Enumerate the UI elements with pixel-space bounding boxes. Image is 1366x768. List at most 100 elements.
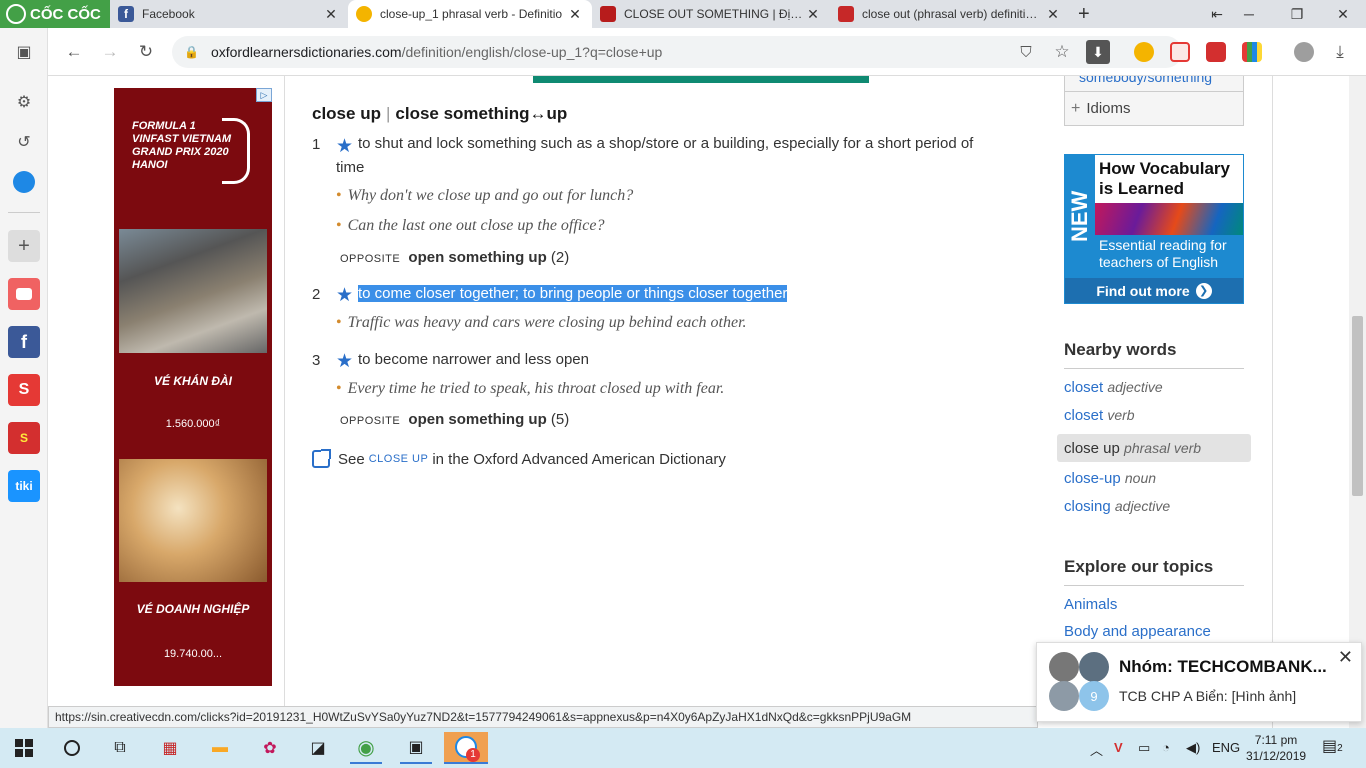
messenger-icon[interactable] — [8, 166, 40, 198]
back-button[interactable]: ← — [62, 40, 86, 64]
language-indicator[interactable]: ENG — [1212, 740, 1240, 755]
avatar — [1049, 652, 1079, 682]
forward-button[interactable]: → — [98, 40, 122, 64]
section-link[interactable]: somebody/something — [1079, 76, 1212, 85]
find-out-more-button[interactable]: Find out more ❯ — [1065, 278, 1243, 303]
reload-button[interactable]: ↻ — [134, 40, 158, 64]
entry-sections-box: somebody/something + Idioms — [1064, 76, 1244, 126]
nearby-word[interactable]: closing adjective — [1064, 498, 1170, 515]
app-icon[interactable]: ▦ — [154, 732, 186, 764]
zalo-notification[interactable]: 9 Nhóm: TECHCOMBANK... TCB CHP A Biển: [… — [1036, 642, 1362, 722]
sidebar-toggle-icon[interactable]: ▣ — [8, 36, 40, 68]
close-window-button[interactable]: ✕ — [1320, 0, 1366, 28]
close-tab-icon[interactable]: ✕ — [566, 6, 584, 23]
see-also-link[interactable]: CLOSE UP — [369, 453, 429, 465]
paint-icon[interactable]: ✿ — [254, 732, 286, 764]
volume-icon[interactable]: ◀) — [1186, 740, 1200, 756]
close-tab-icon[interactable]: ✕ — [322, 6, 340, 23]
facebook-icon: f — [118, 6, 134, 22]
sense-definition-cont: time — [336, 159, 365, 176]
add-sidebar-item-icon[interactable]: + — [8, 230, 40, 262]
scrollbar-thumb[interactable] — [1352, 316, 1363, 496]
example-sentence: • Traffic was heavy and cars were closing… — [336, 314, 747, 331]
close-tab-icon[interactable]: ✕ — [1044, 6, 1062, 23]
unikey-icon[interactable]: V — [1114, 740, 1123, 755]
file-explorer-icon[interactable]: ▬ — [204, 732, 236, 764]
nearby-word-current[interactable]: close up phrasal verb — [1057, 434, 1251, 462]
sense-definition: to shut and lock something such as a sho… — [358, 135, 974, 152]
shopee-icon[interactable]: S — [8, 374, 40, 406]
action-center-icon[interactable]: ▤2 — [1322, 736, 1343, 756]
oxford-3000-star-icon[interactable]: ★ — [336, 352, 354, 371]
sendo-icon[interactable]: S — [8, 422, 40, 454]
f1-advertisement[interactable]: FORMULA 1 VINFAST VIETNAM GRAND PRIX 202… — [114, 88, 272, 686]
settings-icon[interactable]: ⚙ — [8, 86, 40, 118]
see-also-american[interactable]: See CLOSE UP in the Oxford Advanced Amer… — [312, 449, 726, 468]
bookmark-star-icon[interactable]: ☆ — [1050, 40, 1074, 64]
sidebar-divider — [8, 212, 40, 213]
sticky-notes-icon[interactable]: ◪ — [302, 732, 334, 764]
f1-logo-frame — [222, 118, 250, 184]
facebook-icon[interactable]: f — [8, 326, 40, 358]
page-viewport: FORMULA 1 VINFAST VIETNAM GRAND PRIX 202… — [48, 76, 1366, 728]
status-url: https://sin.creativecdn.com/clicks?id=20… — [48, 706, 1038, 728]
oxford-3000-star-icon[interactable]: ★ — [336, 137, 354, 156]
nearby-word[interactable]: closet adjective — [1064, 379, 1163, 396]
close-icon[interactable]: ✕ — [1338, 647, 1353, 668]
coccoc-taskbar-icon[interactable]: ◉ — [350, 732, 382, 764]
windows-taskbar: ⧉ ▦ ▬ ✿ ◪ ◉ ▣ 1 ︿ V ▭ ◔ ◀) ENG 7:11 pm 3… — [0, 728, 1366, 768]
topic-link[interactable]: Body and appearance — [1064, 623, 1211, 640]
coccoc-logo[interactable]: CỐC CỐC — [0, 0, 110, 28]
example-sentence: • Can the last one out close up the offic… — [336, 217, 605, 234]
search-icon[interactable] — [56, 732, 88, 764]
download-icon[interactable]: ⬇ — [1086, 40, 1110, 64]
downloads-icon[interactable]: ⤓ — [1328, 40, 1352, 64]
tab-macmillan[interactable]: close out (phrasal verb) definition a ✕ — [830, 0, 1070, 28]
ad-label-1: VÉ KHÁN ĐÀI — [153, 374, 232, 388]
opposite-link[interactable]: open something up — [408, 249, 546, 266]
minimize-button[interactable]: ─ — [1226, 0, 1272, 28]
adchoices-icon[interactable]: ▷ — [256, 88, 272, 102]
history-icon[interactable]: ↺ — [8, 126, 40, 158]
windows-start-icon[interactable] — [8, 732, 40, 764]
tiki-icon[interactable]: tiki — [8, 470, 40, 502]
nearby-word[interactable]: close-up noun — [1064, 470, 1156, 487]
plus-icon: + — [1071, 99, 1081, 117]
oxford-3000-star-icon[interactable]: ★ — [336, 286, 354, 305]
tab-close-up[interactable]: close-up_1 phrasal verb - Definitio ✕ — [348, 0, 592, 28]
app-taskbar-icon[interactable]: ▣ — [400, 732, 432, 764]
youtube-icon[interactable] — [8, 278, 40, 310]
battery-icon[interactable]: ▭ — [1138, 740, 1150, 756]
extension-red-icon[interactable] — [1206, 42, 1226, 62]
sense-definition-selected[interactable]: to come closer together; to bring people… — [358, 282, 788, 306]
f1-logo-text: FORMULA 1 VINFAST VIETNAM GRAND PRIX 202… — [132, 120, 232, 171]
browser-sidebar: ▣ ⚙ ↺ + f S S tiki — [0, 28, 48, 728]
idioms-toggle[interactable]: + Idioms — [1065, 91, 1243, 125]
extension-adblock-icon[interactable] — [1170, 42, 1190, 62]
extension-chrome-icon[interactable] — [1134, 42, 1154, 62]
extension-color-icon[interactable] — [1242, 42, 1262, 62]
clock[interactable]: 7:11 pm 31/12/2019 — [1246, 732, 1306, 764]
chevron-up-icon[interactable]: ︿ — [1090, 740, 1103, 759]
shield-icon[interactable]: ⛉ — [1014, 40, 1038, 64]
restore-button[interactable]: ❐ — [1274, 0, 1320, 28]
tab-title: CLOSE OUT SOMETHING | Định ng — [624, 7, 804, 21]
topic-link[interactable]: Animals — [1064, 596, 1117, 613]
plus-icon: + — [1078, 2, 1090, 25]
nearby-word[interactable]: closet verb — [1064, 407, 1135, 424]
task-view-icon[interactable]: ⧉ — [104, 732, 136, 764]
network-icon[interactable]: ◔ — [1162, 740, 1170, 755]
headword: close up — [312, 104, 381, 123]
profile-avatar[interactable] — [1294, 42, 1314, 62]
ad-price-2: 19.740.00... — [163, 648, 223, 660]
new-tab-button[interactable]: + — [1072, 0, 1102, 28]
vocabulary-promo[interactable]: NEW How Vocabulary is Learned Essential … — [1064, 154, 1244, 304]
close-tab-icon[interactable]: ✕ — [804, 6, 822, 23]
tab-cambridge[interactable]: CLOSE OUT SOMETHING | Định ng ✕ — [592, 0, 830, 28]
opposite-link[interactable]: open something up — [408, 411, 546, 428]
zalo-taskbar-icon[interactable]: 1 — [444, 732, 488, 764]
tab-facebook[interactable]: f Facebook ✕ — [110, 0, 348, 28]
tab-title: close out (phrasal verb) definition a — [862, 7, 1044, 21]
example-sentence: • Every time he tried to speak, his throa… — [336, 380, 725, 397]
page-scrollbar[interactable] — [1349, 76, 1366, 728]
